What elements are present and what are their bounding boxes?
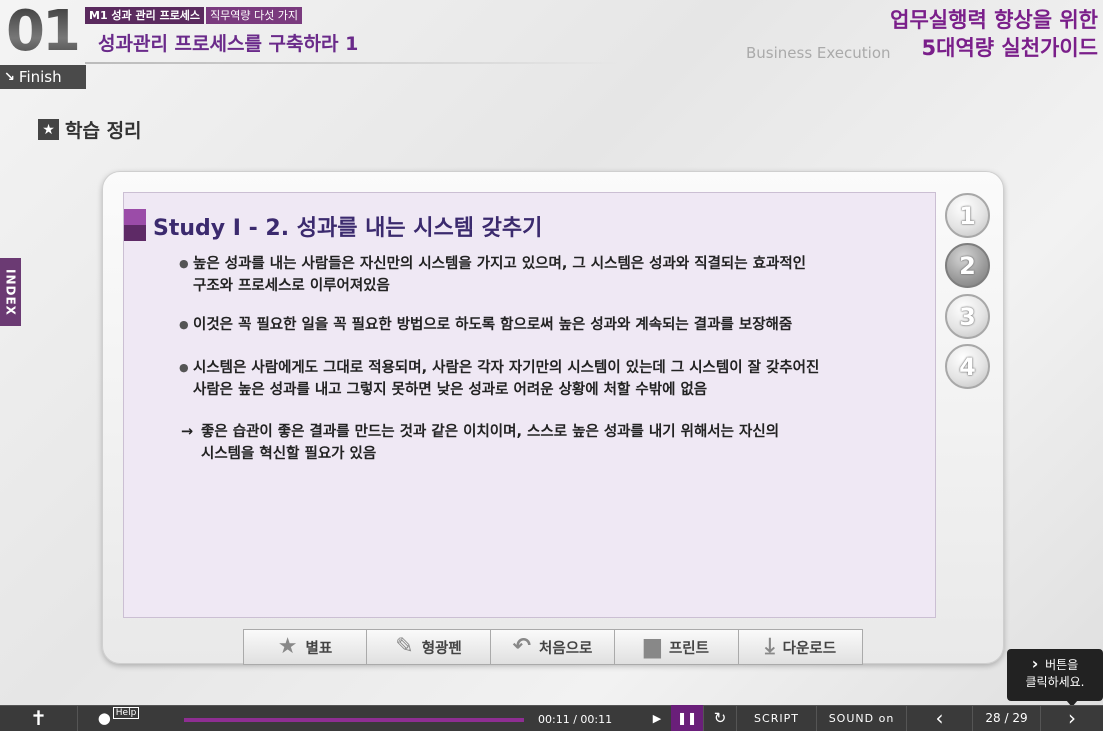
course-english-title: Business Execution [746,44,891,62]
bullet-dot-icon: ● [179,361,189,374]
sound-toggle[interactable]: SOUND on [816,705,906,731]
chevron-left-icon: ‹ [935,706,944,730]
finish-button[interactable]: ↘ Finish [0,65,86,89]
next-page-button[interactable]: › [1040,705,1103,731]
bullet-item: ● 시스템은 사람에게도 그대로 적용되며, 사람은 각자 자기만의 시스템이 … [179,357,879,401]
tooltip-line1-text: 버튼을 [1045,658,1079,672]
module-title: 성과관리 프로세스를 구축하라 1 [98,33,359,55]
play-button[interactable]: ▶ [645,705,669,731]
play-icon: ▶ [652,711,662,725]
bullet-text: 높은 성과를 내는 사람들은 자신만의 시스템을 가지고 있으며, 그 시스템은… [193,256,807,294]
bookmark-label: 별표 [305,640,333,657]
section-heading: ★ 학습 정리 [38,116,142,143]
module-subtitle: 직무역량 다섯 가지 [206,7,303,24]
download-label: 다운로드 [782,640,837,657]
section-heading-text: 학습 정리 [65,120,142,142]
help-label: Help [112,707,140,719]
bullet-text: 이것은 꼭 필요한 일을 꼭 필요한 방법으로 하도록 함으로써 높은 성과와 … [193,317,793,333]
tooltip-line1: › 버튼을 [1007,655,1103,674]
page-button-3[interactable]: 3 [945,294,990,339]
download-button[interactable]: ⤓ 다운로드 [739,629,863,665]
highlighter-icon: ✎ [395,634,414,659]
star-icon: ★ [38,119,59,140]
module-tag: M1 성과 관리 프로세스 직무역량 다섯 가지 [85,7,303,24]
bullet-item: ● 높은 성과를 내는 사람들은 자신만의 시스템을 가지고 있으며, 그 시스… [179,253,879,297]
tooltip-line2: 클릭하세요. [1025,675,1085,689]
replay-button[interactable]: ↻ [703,705,736,731]
home-button[interactable]: ✝ [0,705,77,731]
bullet-dot-icon: ● [179,318,189,331]
course-title-line2: 5대역량 실천가이드 [921,36,1098,60]
bullet-text: 시스템은 사람에게도 그대로 적용되며, 사람은 각자 자기만의 시스템이 있는… [193,360,820,398]
course-title-line1: 업무실행력 향상을 위한 [890,8,1098,32]
conclusion-text: 좋은 습관이 좋은 결과를 만드는 것과 같은 이치이며, 스스로 높은 성과를… [201,424,780,462]
first-page-label: 처음으로 [539,640,593,657]
next-hint-tooltip: › 버튼을 클릭하세요. [1007,649,1103,701]
bookmark-button[interactable]: ★ 별표 [243,629,367,665]
page-button-4[interactable]: 4 [945,344,990,389]
pause-button[interactable]: ❚❚ [671,705,703,731]
finish-label: Finish [18,68,62,86]
chevron-right-icon: › [1031,654,1039,673]
highlighter-button[interactable]: ✎ 형광펜 [367,629,491,665]
content-toolbar: ★ 별표 ✎ 형광펜 ↶ 처음으로 ▆ 프린트 ⤓ 다운로드 [243,629,863,665]
index-tab[interactable]: INDEX [0,258,21,326]
replay-icon: ↻ [713,709,727,727]
print-button[interactable]: ▆ 프린트 [615,629,739,665]
home-icon: ✝ [30,706,47,730]
printer-icon: ▆ [644,634,661,659]
time-display: 00:11 / 00:11 [538,713,613,726]
study-title: Study I - 2. 성과를 내는 시스템 갖추기 [153,216,543,241]
prev-page-button[interactable]: ‹ [906,705,972,731]
help-button[interactable]: ● Help [77,705,159,731]
arrow-right-icon: → [181,424,194,440]
study-marker-icon [124,209,146,241]
conclusion-item: → 좋은 습관이 좋은 결과를 만드는 것과 같은 이치이며, 스스로 높은 성… [181,421,881,465]
arrow-down-right-icon: ↘ [4,69,15,85]
page-button-2[interactable]: 2 [945,243,990,288]
pause-icon: ❚❚ [676,711,698,725]
bullet-item: ● 이것은 꼭 필요한 일을 꼭 필요한 방법으로 하도록 함으로써 높은 성과… [179,314,879,336]
page-indicator: 28 / 29 [972,705,1040,731]
download-icon: ⤓ [764,634,775,659]
page-button-1[interactable]: 1 [945,193,990,238]
header-divider [85,62,620,64]
module-number: 01 [6,0,81,64]
print-label: 프린트 [668,640,709,657]
star-icon: ★ [277,634,298,659]
person-icon: ● [97,709,111,727]
first-page-button[interactable]: ↶ 처음으로 [491,629,615,665]
highlighter-label: 형광펜 [421,640,462,657]
bullet-dot-icon: ● [179,257,189,270]
return-arrow-icon: ↶ [512,634,532,659]
module-code: M1 성과 관리 프로세스 [85,7,205,24]
progress-bar[interactable] [184,718,524,722]
chevron-right-icon: › [1068,706,1076,730]
script-button[interactable]: SCRIPT [736,705,816,731]
course-title: 업무실행력 향상을 위한 5대역량 실천가이드 [890,6,1098,62]
